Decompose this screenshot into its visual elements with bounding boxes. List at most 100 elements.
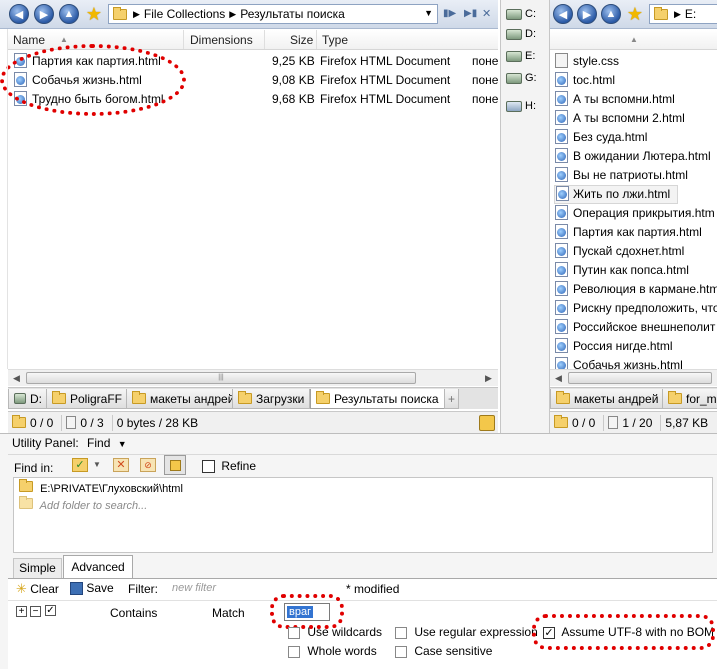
case-sensitive-checkbox[interactable] bbox=[395, 645, 407, 658]
new-tab-button[interactable]: + bbox=[444, 389, 460, 409]
drive-d[interactable]: D: bbox=[506, 24, 550, 44]
case-sensitive-option[interactable]: Case sensitive bbox=[395, 644, 492, 658]
clear-folders-icon[interactable]: ⊘ bbox=[140, 458, 156, 472]
file-row[interactable]: Революция в кармане.htm bbox=[550, 280, 717, 299]
drive-e[interactable]: E: bbox=[506, 46, 550, 66]
scroll-thumb[interactable] bbox=[568, 372, 712, 384]
tab-maketi-andrey[interactable]: макеты андрей bbox=[126, 389, 241, 409]
use-wildcards-option[interactable]: Use wildcards bbox=[288, 625, 382, 639]
file-name: Без суда.html bbox=[573, 130, 648, 144]
drive-c[interactable]: C: bbox=[506, 4, 550, 24]
html-file-icon bbox=[555, 167, 568, 182]
rule-operator[interactable]: Match bbox=[212, 606, 245, 620]
back-icon[interactable]: ◀ bbox=[9, 4, 29, 24]
file-row[interactable]: Собачья жизнь.html bbox=[550, 356, 717, 370]
tab-for-me[interactable]: for_me bbox=[662, 389, 717, 409]
chevron-down-icon[interactable]: ▼ bbox=[93, 460, 101, 469]
file-name: Партия как партия.html bbox=[32, 54, 161, 68]
tab-simple[interactable]: Simple bbox=[13, 558, 62, 578]
scroll-left-icon[interactable]: ◀ bbox=[9, 371, 24, 386]
file-row[interactable]: Партия как партия.html 9,25 KB Firefox H… bbox=[8, 52, 498, 71]
file-row[interactable]: Трудно быть богом.html 9,68 KB Firefox H… bbox=[8, 90, 498, 109]
scroll-right-icon[interactable]: ▶ bbox=[481, 371, 496, 386]
up-icon[interactable]: ▲ bbox=[601, 4, 621, 24]
rule-value-input[interactable]: враг bbox=[284, 603, 330, 621]
scroll-left-icon[interactable]: ◀ bbox=[551, 371, 566, 386]
use-wildcards-checkbox[interactable] bbox=[288, 626, 300, 639]
column-type[interactable]: Type bbox=[322, 33, 348, 47]
file-row[interactable]: Пускай сдохнет.html bbox=[550, 242, 717, 261]
collapse-rule-button[interactable]: − bbox=[30, 606, 41, 617]
utility-panel-select[interactable]: Find ▼ bbox=[87, 436, 127, 450]
use-regex-option[interactable]: Use regular expression bbox=[395, 625, 538, 639]
column-size[interactable]: Size bbox=[290, 33, 313, 47]
file-row[interactable]: Партия как партия.html bbox=[550, 223, 717, 242]
drive-g[interactable]: G: bbox=[506, 68, 550, 88]
forward-icon[interactable]: ▶ bbox=[577, 4, 597, 24]
search-folder-item[interactable]: E:\PRIVATE\Глуховский\html bbox=[19, 479, 183, 495]
clear-button[interactable]: ✳ Clear bbox=[16, 581, 59, 597]
lock-folders-icon[interactable] bbox=[164, 455, 186, 475]
breadcrumb-search-results[interactable]: Результаты поиска bbox=[240, 7, 345, 21]
left-status-bar: 0 / 0 0 / 3 0 bytes / 28 KB bbox=[8, 411, 498, 433]
tab-poligraff[interactable]: PoligraFF bbox=[46, 389, 129, 409]
file-row[interactable]: Россия нигде.html bbox=[550, 337, 717, 356]
file-row[interactable]: В ожидании Лютера.html bbox=[550, 147, 717, 166]
column-name[interactable]: Name bbox=[13, 33, 45, 47]
lock-icon[interactable] bbox=[479, 415, 495, 431]
use-regex-checkbox[interactable] bbox=[395, 626, 407, 639]
file-row[interactable]: Операция прикрытия.htm bbox=[550, 204, 717, 223]
forward-icon[interactable]: ▶ bbox=[34, 4, 54, 24]
scroll-thumb[interactable]: ||| bbox=[26, 372, 416, 384]
utf8-option[interactable]: ✓ Assume UTF-8 with no BOM bbox=[543, 625, 714, 639]
file-row-selected[interactable]: Жить по лжи.html bbox=[554, 185, 678, 204]
column-dimensions[interactable]: Dimensions bbox=[190, 33, 253, 47]
file-row[interactable]: Вы не патриоты.html bbox=[550, 166, 717, 185]
refine-checkbox[interactable]: Refine bbox=[202, 459, 256, 474]
pane-options-icon[interactable]: ▶▮ bbox=[464, 8, 477, 19]
rule-enabled-checkbox[interactable]: ✓ bbox=[45, 605, 56, 616]
add-folder-row[interactable]: Add folder to search... bbox=[19, 496, 147, 512]
add-folder-check-icon[interactable]: ✓ bbox=[72, 458, 88, 472]
address-bar[interactable]: ▶ File Collections ▶ Результаты поиска ▼ bbox=[108, 4, 438, 24]
tab-search-results[interactable]: Результаты поиска bbox=[310, 389, 445, 409]
back-icon[interactable]: ◀ bbox=[553, 4, 573, 24]
file-row[interactable]: style.css bbox=[550, 52, 717, 71]
file-row[interactable]: Рискну предположить, что bbox=[550, 299, 717, 318]
tab-drive-d[interactable]: D: bbox=[8, 389, 48, 409]
folder-icon bbox=[12, 415, 26, 428]
file-row[interactable]: А ты вспомни.html bbox=[550, 90, 717, 109]
tab-maketi-andrey[interactable]: макеты андрей bbox=[550, 389, 665, 409]
left-horizontal-scrollbar[interactable]: ◀ ||| ▶ bbox=[8, 369, 498, 386]
file-row[interactable]: А ты вспомни 2.html bbox=[550, 109, 717, 128]
file-row[interactable]: Путин как попса.html bbox=[550, 261, 717, 280]
pane-menu-icon[interactable]: ▮▶ bbox=[443, 8, 456, 19]
file-row[interactable]: Без суда.html bbox=[550, 128, 717, 147]
tab-advanced[interactable]: Advanced bbox=[63, 555, 133, 578]
chevron-down-icon[interactable]: ▼ bbox=[424, 8, 433, 18]
file-row[interactable]: Российское внешнеполит bbox=[550, 318, 717, 337]
file-name: Пускай сдохнет.html bbox=[573, 244, 685, 258]
expand-rule-button[interactable]: + bbox=[16, 606, 27, 617]
save-button[interactable]: Save bbox=[70, 581, 114, 596]
address-bar[interactable]: ▶ E: bbox=[649, 4, 717, 24]
refine-check[interactable] bbox=[202, 460, 215, 474]
favorites-star-icon[interactable]: ★ bbox=[84, 4, 104, 24]
up-icon[interactable]: ▲ bbox=[59, 4, 79, 24]
right-horizontal-scrollbar[interactable]: ◀ bbox=[550, 369, 717, 386]
close-icon[interactable]: ✕ bbox=[482, 7, 491, 20]
breadcrumb-file-collections[interactable]: File Collections bbox=[144, 7, 225, 21]
tab-downloads[interactable]: Загрузки bbox=[232, 389, 311, 409]
file-row[interactable]: toc.html bbox=[550, 71, 717, 90]
drive-h[interactable]: H: bbox=[506, 96, 550, 116]
whole-words-checkbox[interactable] bbox=[288, 645, 300, 658]
rule-field[interactable]: Contains bbox=[110, 606, 157, 620]
favorites-star-icon[interactable]: ★ bbox=[625, 4, 645, 24]
remove-folder-icon[interactable]: ✕ bbox=[113, 458, 129, 472]
utf8-checkbox[interactable]: ✓ bbox=[543, 626, 555, 639]
filter-input[interactable]: new filter bbox=[172, 582, 216, 594]
breadcrumb-drive[interactable]: E: bbox=[685, 7, 696, 21]
file-row[interactable]: Собачья жизнь.html 9,08 KB Firefox HTML … bbox=[8, 71, 498, 90]
whole-words-option[interactable]: Whole words bbox=[288, 644, 377, 658]
css-file-icon bbox=[555, 53, 568, 68]
